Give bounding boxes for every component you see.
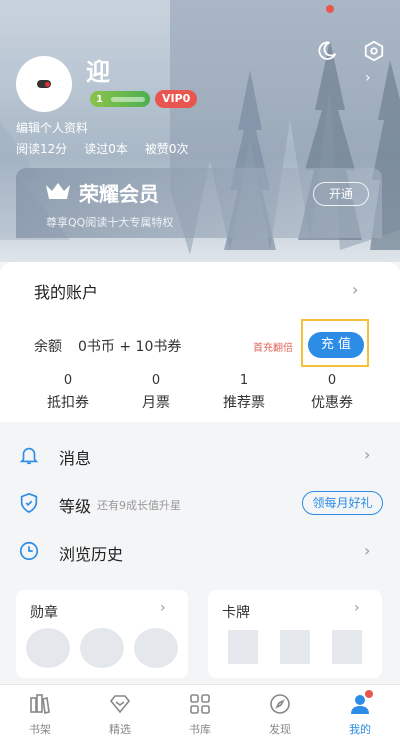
level-progress — [110, 96, 145, 102]
first-recharge-tip: 首充翻倍 — [253, 343, 293, 354]
menu-level[interactable]: 等级 还有9成长值升星 领每月好礼 — [0, 482, 400, 526]
voucher-coupon[interactable]: 0 优惠券 — [288, 373, 376, 412]
monthly-gift-button[interactable]: 领每月好礼 — [302, 491, 383, 515]
balance-label: 余额 — [34, 339, 62, 355]
vip-subtitle: 尊享QQ阅读十大专属特权 — [46, 216, 174, 229]
card-placeholder — [228, 630, 258, 664]
tab-discover[interactable]: 发现 — [240, 685, 320, 739]
bell-icon — [19, 447, 39, 465]
messages-label: 消息 — [59, 449, 92, 468]
username[interactable]: 迎 — [86, 52, 110, 87]
balance-value: 0书币 + 10书券 — [78, 339, 182, 355]
profile-header: 迎 1 VIP0 编辑个人资料 阅读12分 读过0本 被赞0次 › 荣耀会员 尊… — [0, 0, 400, 262]
tab-label: 我的 — [349, 723, 371, 736]
menu-history[interactable]: 浏览历史 › — [0, 530, 400, 574]
voucher-label: 推荐票 — [223, 395, 265, 411]
compass-icon — [270, 694, 290, 714]
praised-count: 被赞0次 — [144, 142, 189, 156]
reading-stats: 阅读12分 读过0本 被赞0次 — [16, 140, 189, 157]
chevron-right-icon: › — [364, 445, 371, 464]
night-mode-icon[interactable] — [316, 40, 338, 62]
edit-profile-link[interactable]: 编辑个人资料 — [16, 119, 88, 136]
tab-bookshelf[interactable]: 书架 — [0, 685, 80, 739]
tab-label: 书库 — [189, 723, 211, 736]
medals-title: 勋章 — [30, 605, 58, 621]
recharge-button[interactable]: 充 值 — [308, 332, 364, 358]
medals-card[interactable]: 勋章 › — [16, 590, 188, 678]
voucher-count: 1 — [239, 373, 249, 388]
notification-dot — [365, 690, 373, 698]
bottom-tab-bar: 书架 精选 书库 发现 我的 — [0, 684, 400, 739]
vouchers-row: 0 抵扣券 0 月票 1 推荐票 0 优惠券 — [0, 373, 400, 412]
diamond-icon — [109, 695, 131, 714]
level-badge[interactable]: 1 — [90, 91, 150, 107]
tab-library[interactable]: 书库 — [160, 685, 240, 739]
cards-card[interactable]: 卡牌 › — [208, 590, 382, 678]
tab-mine[interactable]: 我的 — [320, 685, 400, 739]
card-placeholder — [332, 630, 362, 664]
voucher-label: 抵扣券 — [47, 395, 89, 411]
voucher-monthly-ticket[interactable]: 0 月票 — [112, 373, 200, 412]
open-vip-button[interactable]: 开通 — [313, 182, 369, 206]
vip-card[interactable]: 荣耀会员 尊享QQ阅读十大专属特权 开通 — [16, 168, 382, 238]
voucher-label: 月票 — [142, 395, 170, 411]
level-number: 1 — [96, 93, 103, 105]
tab-featured[interactable]: 精选 — [80, 685, 160, 739]
crown-icon — [46, 183, 70, 199]
level-note: 还有9成长值升星 — [97, 499, 181, 512]
medal-placeholder — [80, 628, 124, 668]
medal-placeholder — [134, 628, 178, 668]
voucher-label: 优惠券 — [311, 395, 353, 411]
vip-title: 荣耀会员 — [79, 182, 159, 206]
tab-label: 书架 — [29, 723, 51, 736]
tab-label: 发现 — [269, 723, 291, 736]
chevron-right-icon[interactable]: › — [352, 280, 358, 299]
chevron-right-icon[interactable]: › — [365, 70, 371, 86]
avatar[interactable] — [16, 56, 72, 112]
bookshelf-icon — [30, 694, 50, 714]
card-placeholder — [280, 630, 310, 664]
read-time: 阅读12分 — [16, 142, 68, 156]
voucher-deduction[interactable]: 0 抵扣券 — [24, 373, 112, 412]
history-label: 浏览历史 — [59, 545, 124, 564]
voucher-recommend-ticket[interactable]: 1 推荐票 — [200, 373, 288, 412]
account-title[interactable]: 我的账户 — [34, 279, 98, 303]
vip-badge[interactable]: VIP0 — [155, 90, 198, 108]
chevron-right-icon: › — [160, 600, 166, 616]
chevron-right-icon: › — [354, 600, 360, 616]
tab-label: 精选 — [109, 723, 131, 736]
account-card: 我的账户 › 余额 0书币 + 10书券 首充翻倍 充 值 0 抵扣券 0 月票… — [0, 262, 400, 422]
cards-title: 卡牌 — [222, 605, 250, 621]
shield-icon — [20, 492, 38, 514]
voucher-count: 0 — [151, 373, 161, 388]
grid-icon — [190, 694, 210, 714]
voucher-count: 0 — [63, 373, 73, 388]
settings-icon[interactable] — [363, 40, 385, 62]
read-books: 读过0本 — [84, 142, 128, 156]
clock-icon — [19, 541, 39, 561]
medal-placeholder — [26, 628, 70, 668]
chevron-right-icon: › — [364, 541, 371, 560]
level-label: 等级 — [59, 497, 92, 516]
voucher-count: 0 — [327, 373, 337, 388]
menu-messages[interactable]: 消息 › — [0, 434, 400, 478]
